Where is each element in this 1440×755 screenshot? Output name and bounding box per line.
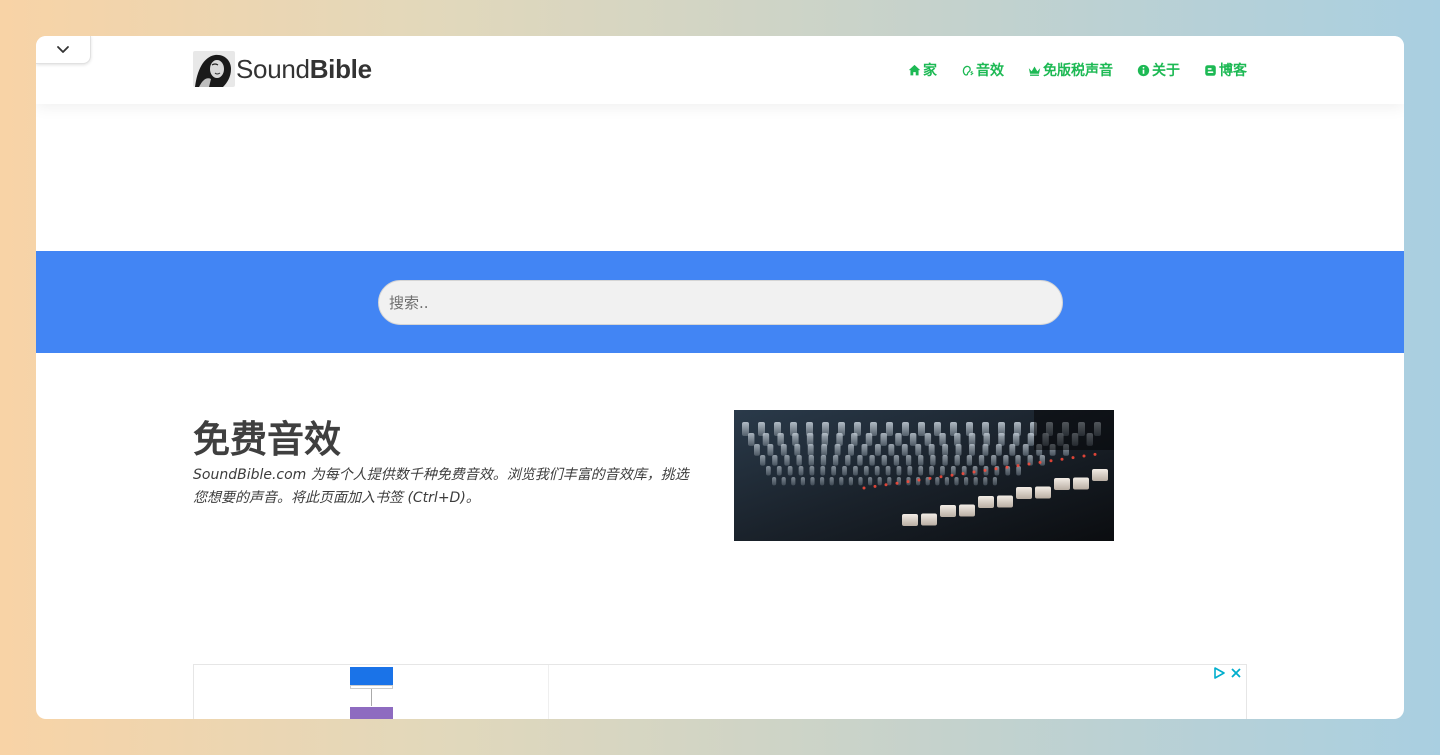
intro-description: SoundBible.com 为每个人提供数千种免费音效。浏览我们丰富的音效库，…	[193, 467, 689, 506]
sound-wave-icon	[962, 65, 974, 76]
home-icon	[908, 64, 921, 75]
site-logo[interactable]: SoundBible	[193, 51, 372, 87]
page-title: 免费音效	[193, 418, 341, 461]
info-icon	[1137, 64, 1150, 76]
browser-window: SoundBible 家 音效 免版税声音 关于 博客 搜索.. 免费音效 So…	[36, 36, 1404, 719]
logo-text-bold: Bible	[309, 53, 372, 84]
logo-portrait-icon	[193, 51, 235, 87]
search-input[interactable]	[378, 280, 1063, 325]
nav-item-home-label: 家	[923, 63, 937, 79]
mixer-image	[734, 410, 1114, 541]
nav-item-about[interactable]: 关于	[1137, 60, 1180, 80]
nav-item-royalty-free[interactable]: 免版税声音	[1028, 60, 1113, 80]
nav-item-blog-label: 博客	[1219, 63, 1247, 79]
ad-diagram-box	[350, 667, 393, 685]
logo-text-regular: Sound	[236, 53, 310, 84]
collapse-toggle[interactable]	[36, 36, 91, 64]
site-header: SoundBible 家 音效 免版税声音 关于 博客	[36, 36, 1404, 104]
ad-controls	[1213, 667, 1242, 679]
nav-item-about-label: 关于	[1152, 63, 1180, 79]
ad-diagram-box-purple	[350, 707, 393, 719]
audio-mixer-photo	[734, 410, 1114, 541]
ad-diagram-connector	[371, 689, 372, 706]
crown-icon	[1028, 65, 1041, 76]
ad-choices-icon[interactable]	[1213, 667, 1225, 679]
main-nav: 家 音效 免版税声音 关于 博客	[908, 60, 1247, 80]
ad-close-icon[interactable]	[1230, 667, 1242, 679]
nav-item-royalty-free-label: 免版税声音	[1043, 63, 1113, 79]
blog-icon	[1205, 64, 1216, 76]
nav-item-blog[interactable]: 博客	[1204, 60, 1247, 80]
chevron-down-icon	[57, 45, 69, 53]
ad-divider	[548, 665, 549, 719]
logo-text: SoundBible	[236, 54, 372, 85]
nav-item-sound-effects[interactable]: 音效	[961, 60, 1004, 80]
search-band	[36, 251, 1404, 353]
nav-item-home[interactable]: 家	[908, 60, 937, 80]
advertisement-frame	[193, 664, 1247, 719]
nav-item-sound-effects-label: 音效	[976, 63, 1004, 79]
